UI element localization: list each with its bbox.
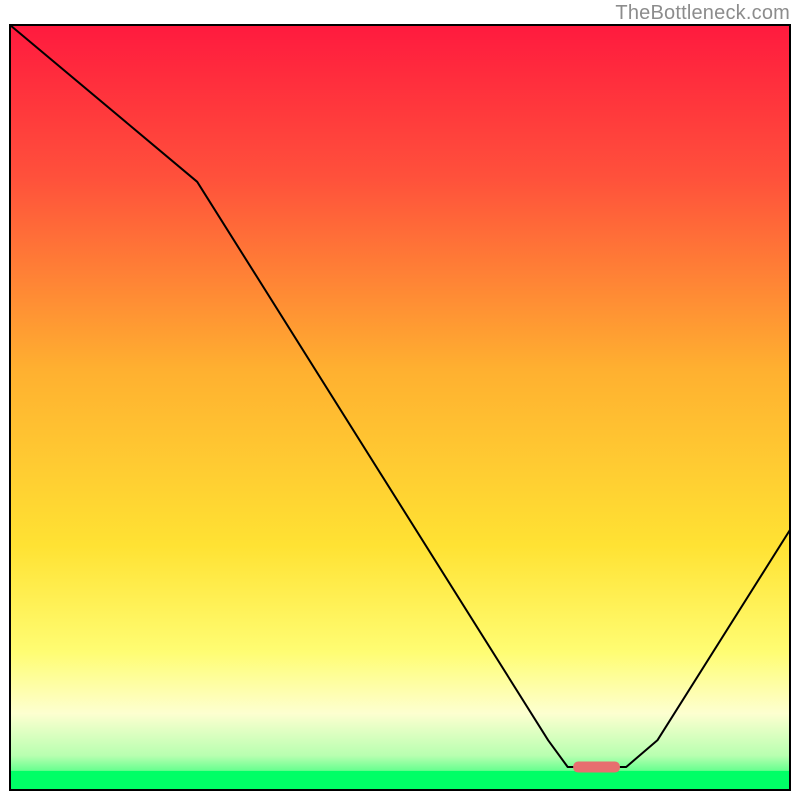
chart-container: TheBottleneck.com	[0, 0, 800, 800]
watermark-text: TheBottleneck.com	[615, 2, 790, 25]
bottleneck-chart	[0, 0, 800, 800]
